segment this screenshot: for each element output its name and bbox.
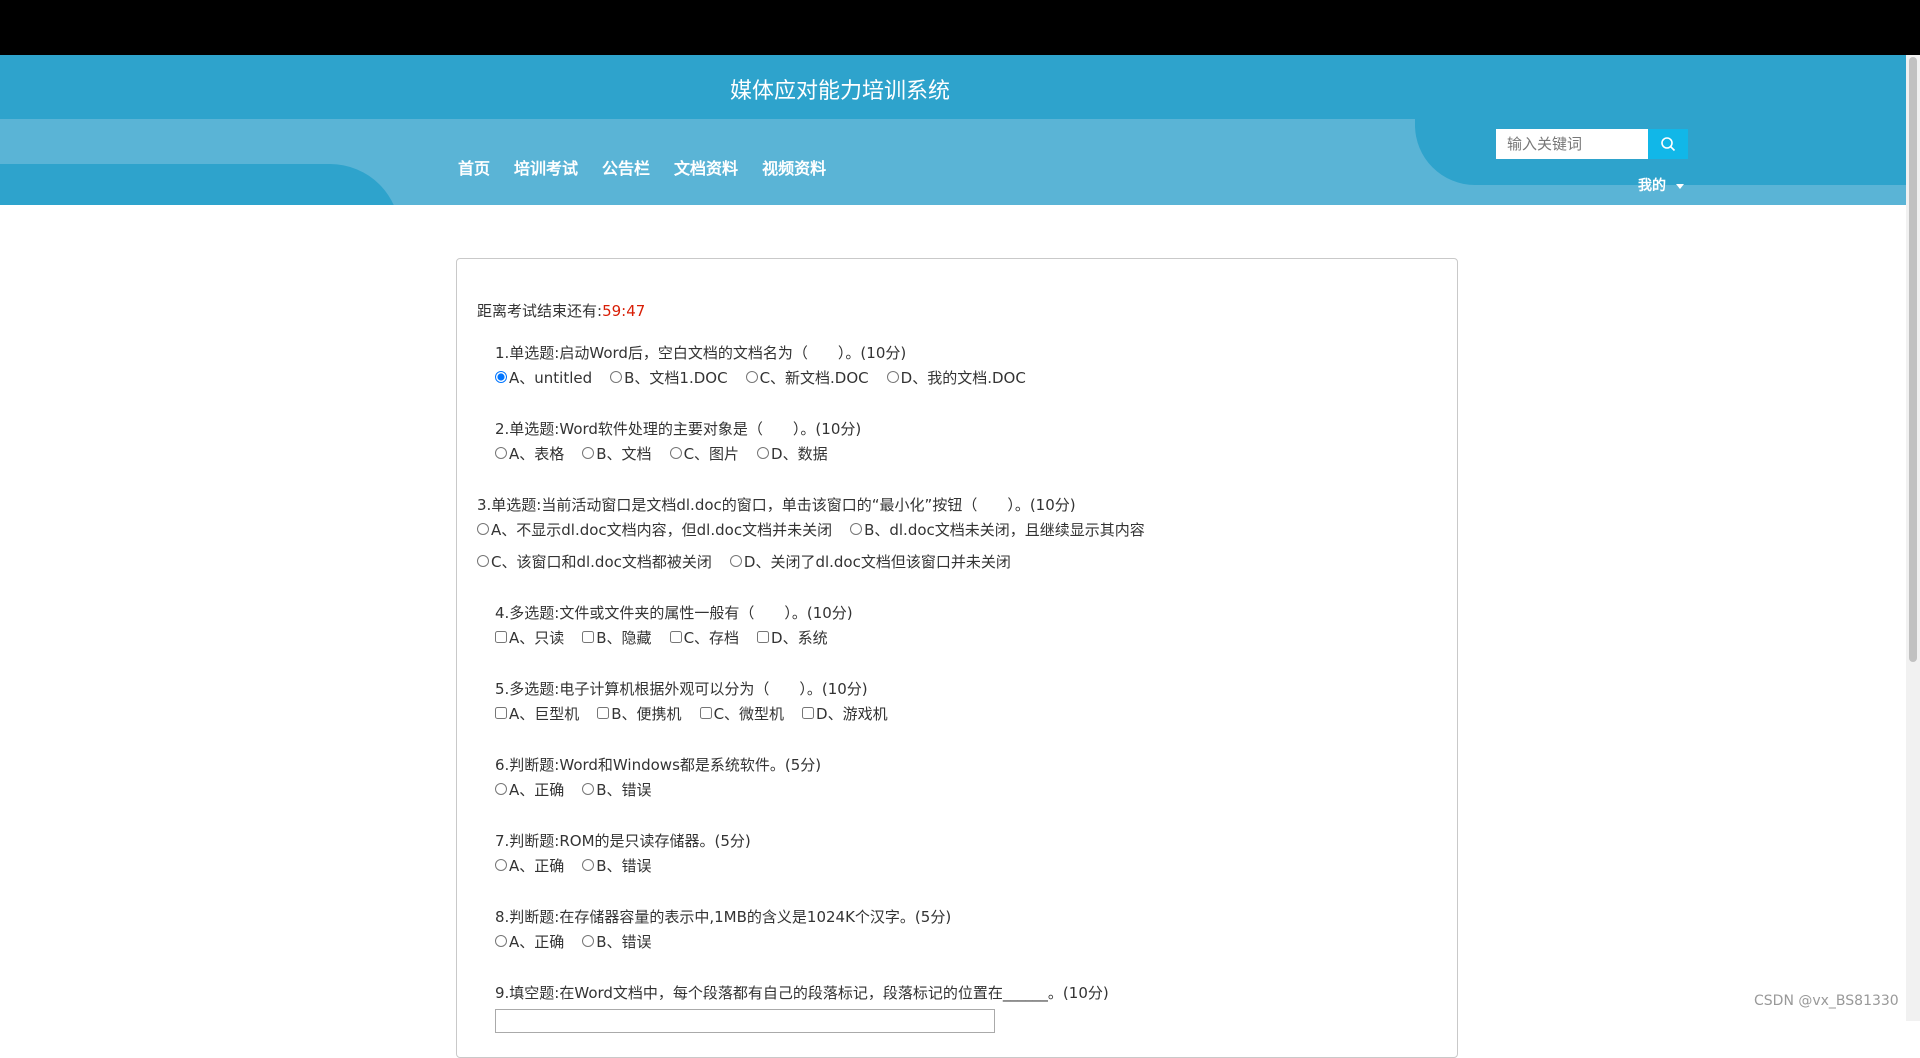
option-a[interactable]: A、表格 [495, 443, 564, 464]
question-3: 3.单选题:当前活动窗口是文档dl.doc的窗口，单击该窗口的“最小化”按钮（ … [477, 495, 1163, 571]
checkbox[interactable] [757, 631, 770, 643]
question-stem: 7.判断题:ROM的是只读存储器。(5分) [495, 832, 751, 850]
nav-item-documents[interactable]: 文档资料 [674, 155, 738, 179]
option-b[interactable]: B、文档 [582, 443, 652, 464]
site-title: 媒体应对能力培训系统 [729, 79, 950, 104]
checkbox[interactable] [582, 631, 595, 643]
exam-panel: 距离考试结束还有:59:47 1.单选题:启动Word后，空白文档的文档名为（ … [456, 258, 1458, 1058]
exam-timer: 距离考试结束还有:59:47 [477, 300, 645, 321]
search-input[interactable] [1496, 129, 1648, 159]
option-a[interactable]: A、正确 [495, 855, 564, 876]
question-2: 2.单选题:Word软件处理的主要对象是（ ）。(10分) A、表格 B、文档 … [495, 419, 861, 463]
option-a[interactable]: A、不显示dl.doc文档内容，但dl.doc文档并未关闭 [477, 519, 832, 540]
option-b[interactable]: B、错误 [582, 779, 652, 800]
option-c[interactable]: C、该窗口和dl.doc文档都被关闭 [477, 551, 712, 572]
watermark: CSDN @vx_BS81330 [1754, 993, 1899, 1009]
caret-down-icon [1676, 183, 1684, 189]
radio-button[interactable] [610, 371, 623, 383]
timer-value: 59:47 [602, 302, 646, 320]
option-d[interactable]: D、系统 [757, 627, 828, 648]
question-stem: 6.判断题:Word和Windows都是系统软件。(5分) [495, 756, 822, 774]
option-c[interactable]: C、新文档.DOC [745, 367, 869, 388]
nav-decoration-left [0, 164, 400, 205]
radio-button[interactable] [495, 783, 507, 795]
option-c[interactable]: C、图片 [669, 443, 739, 464]
radio-button[interactable] [495, 859, 507, 871]
question-stem: 5.多选题:电子计算机根据外观可以分为（ ）。(10分) [495, 680, 868, 698]
option-a[interactable]: A、untitled [495, 367, 592, 388]
option-b[interactable]: B、便携机 [597, 703, 682, 724]
radio-button[interactable] [477, 523, 489, 535]
nav-item-videos[interactable]: 视频资料 [762, 155, 826, 179]
search-box [1496, 129, 1688, 159]
radio-button[interactable] [495, 371, 507, 383]
radio-button[interactable] [495, 447, 507, 459]
option-d[interactable]: D、游戏机 [802, 703, 888, 724]
search-icon [1661, 137, 1676, 152]
question-stem: 3.单选题:当前活动窗口是文档dl.doc的窗口，单击该窗口的“最小化”按钮（ … [477, 496, 1076, 514]
radio-button[interactable] [745, 371, 758, 383]
nav-item-home[interactable]: 首页 [458, 155, 490, 179]
question-stem: 9.填空题:在Word文档中，每个段落都有自己的段落标记，段落标记的位置在___… [495, 984, 1109, 1002]
nav-item-notice[interactable]: 公告栏 [602, 155, 650, 179]
option-a[interactable]: A、只读 [495, 627, 564, 648]
checkbox[interactable] [597, 707, 610, 719]
fill-answer-input[interactable] [495, 1009, 995, 1033]
radio-button[interactable] [582, 783, 595, 795]
scrollbar-thumb[interactable] [1909, 57, 1917, 662]
option-b[interactable]: B、错误 [582, 931, 652, 952]
question-8: 8.判断题:在存储器容量的表示中,1MB的含义是1024K个汉字。(5分) A、… [495, 907, 951, 951]
search-button[interactable] [1648, 129, 1688, 159]
user-menu-label: 我的 [1638, 178, 1666, 194]
option-c[interactable]: C、微型机 [699, 703, 784, 724]
timer-label: 距离考试结束还有: [477, 302, 603, 320]
question-stem: 8.判断题:在存储器容量的表示中,1MB的含义是1024K个汉字。(5分) [495, 908, 952, 926]
radio-button[interactable] [582, 935, 595, 947]
question-4: 4.多选题:文件或文件夹的属性一般有（ ）。(10分) A、只读 B、隐藏 C、… [495, 603, 853, 647]
radio-button[interactable] [886, 371, 899, 383]
radio-button[interactable] [850, 523, 863, 535]
question-1: 1.单选题:启动Word后，空白文档的文档名为（ ）。(10分) A、untit… [495, 343, 1044, 387]
option-d[interactable]: D、关闭了dl.doc文档但该窗口并未关闭 [729, 551, 1011, 572]
radio-button[interactable] [477, 555, 489, 567]
radio-button[interactable] [582, 447, 595, 459]
checkbox[interactable] [495, 631, 507, 643]
radio-button[interactable] [582, 859, 595, 871]
main-nav: 首页 培训考试 公告栏 文档资料 视频资料 [458, 155, 826, 179]
checkbox[interactable] [495, 707, 507, 719]
option-a[interactable]: A、正确 [495, 931, 564, 952]
question-5: 5.多选题:电子计算机根据外观可以分为（ ）。(10分) A、巨型机 B、便携机… [495, 679, 906, 723]
option-a[interactable]: A、正确 [495, 779, 564, 800]
option-b[interactable]: B、dl.doc文档未关闭，且继续显示其内容 [850, 519, 1145, 540]
question-9: 9.填空题:在Word文档中，每个段落都有自己的段落标记，段落标记的位置在___… [495, 983, 1109, 1033]
option-b[interactable]: B、文档1.DOC [610, 367, 728, 388]
option-a[interactable]: A、巨型机 [495, 703, 579, 724]
checkbox[interactable] [802, 707, 815, 719]
question-stem: 4.多选题:文件或文件夹的属性一般有（ ）。(10分) [495, 604, 853, 622]
site-header: 媒体应对能力培训系统 [0, 55, 1920, 119]
option-d[interactable]: D、数据 [757, 443, 828, 464]
checkbox[interactable] [699, 707, 712, 719]
browser-top-bar [0, 0, 1920, 55]
nav-bar: 首页 培训考试 公告栏 文档资料 视频资料 我的 [0, 119, 1920, 205]
radio-button[interactable] [495, 935, 507, 947]
question-stem: 1.单选题:启动Word后，空白文档的文档名为（ ）。(10分) [495, 344, 907, 362]
nav-item-exam[interactable]: 培训考试 [514, 155, 578, 179]
option-b[interactable]: B、隐藏 [582, 627, 652, 648]
question-stem: 2.单选题:Word软件处理的主要对象是（ ）。(10分) [495, 420, 862, 438]
radio-button[interactable] [669, 447, 682, 459]
question-6: 6.判断题:Word和Windows都是系统软件。(5分) A、正确 B、错误 [495, 755, 821, 799]
page-scrollbar[interactable] [1906, 55, 1920, 1021]
radio-button[interactable] [757, 447, 770, 459]
option-c[interactable]: C、存档 [669, 627, 739, 648]
question-7: 7.判断题:ROM的是只读存储器。(5分) A、正确 B、错误 [495, 831, 751, 875]
option-b[interactable]: B、错误 [582, 855, 652, 876]
checkbox[interactable] [669, 631, 682, 643]
radio-button[interactable] [729, 555, 742, 567]
user-menu[interactable]: 我的 [1638, 175, 1684, 195]
option-d[interactable]: D、我的文档.DOC [886, 367, 1026, 388]
